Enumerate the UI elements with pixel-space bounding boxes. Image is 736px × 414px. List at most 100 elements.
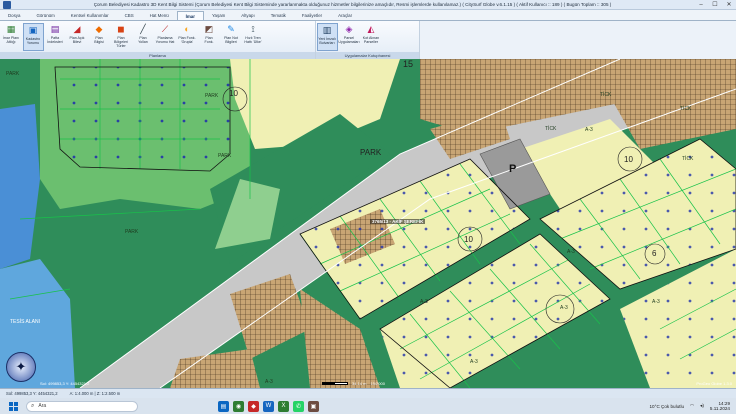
ribbon-button-label: Plan Bilgisi <box>94 36 104 44</box>
ribbon-button-1-2[interactable]: ◭ Kot Alınan Parseller <box>361 23 382 51</box>
browser-icon[interactable]: ◉ <box>233 400 244 412</box>
park-label: PARK <box>360 148 382 157</box>
wifi-icon[interactable]: ◠ <box>690 403 694 409</box>
area-label: TESİS ALANI <box>10 319 41 325</box>
plan-open-icon: ◢ <box>73 24 81 34</box>
block-number: 6 <box>652 249 657 258</box>
ribbon-button-0-0[interactable]: ▦ İmar Planı Altlığı <box>1 23 22 51</box>
scale-ratio: 15/2000 <box>370 380 385 386</box>
ribbon-button-label: Kadastro Yorumu <box>25 37 41 45</box>
search-icon: ⌕ <box>31 402 35 409</box>
zone-label: A-3 <box>652 299 660 305</box>
ribbon-button-label: Plan Bölgeleri Türler <box>114 36 128 48</box>
map-view[interactable]: PARK PARK PARK PARK PARK P 15 10 10 10 6… <box>0 59 736 388</box>
minimize-button[interactable]: – <box>694 0 708 10</box>
zone-label: A-3 <box>470 359 478 365</box>
plan-zones-icon: ◼ <box>117 24 125 34</box>
scale-value: 34.14 m <box>352 380 367 386</box>
ribbon-button-0-5[interactable]: ◼ Plan Bölgeleri Türler <box>111 23 132 51</box>
ribbon-button-label: İmar Planı Altlığı <box>2 36 20 44</box>
ribbon-button-1-0[interactable]: ▥ Yeni İmzalı Bulvarları <box>316 23 338 51</box>
ribbon-button-0-11[interactable]: ⟟ Hızlı Tren Hattı 'Ülke' <box>243 23 264 51</box>
zone-label: A-3 <box>420 299 428 305</box>
tab-10[interactable]: Araçlar <box>330 11 360 20</box>
ribbon-button-0-8[interactable]: ◐ Plan Fonk. 'Grupla' <box>177 23 198 51</box>
whatsapp-icon[interactable]: ✆ <box>293 400 304 412</box>
system-tray: 10°C Çok bulutlu ◠ ◂) 14:29 5.11.2024 <box>650 401 736 411</box>
weather-text[interactable]: 10°C Çok bulutlu <box>650 404 685 409</box>
ribbon-group-label: Uygulamalar Kutuphanesi <box>316 52 419 59</box>
ribbon-group-planning: ▦ İmar Planı Altlığı ▣ Kadastro Yorumu ▤ Paft… <box>0 21 316 59</box>
taskbar: ⌕ Ara ▤ ◉ ◆ W X ✆ ▣ 10°C Çok bulutlu ◠ ◂… <box>0 398 736 414</box>
ribbon-button-0-10[interactable]: ✎ Plan Not Bilgileri <box>221 23 242 51</box>
ribbon-button-0-7[interactable]: ⟋ Planlama Yorumu Hat <box>155 23 176 51</box>
clock[interactable]: 14:29 5.11.2024 <box>710 401 730 411</box>
ribbon-button-0-3[interactable]: ◢ Plan Açık Bilevi <box>67 23 88 51</box>
ribbon-button-label: Yeni İmzalı Bulvarları <box>318 37 336 45</box>
ribbon-button-label: Plan Açık Bilevi <box>69 36 85 44</box>
ribbon-button-0-4[interactable]: ◆ Plan Bilgisi <box>89 23 110 51</box>
start-button[interactable] <box>6 399 20 413</box>
tab-4[interactable]: Hat Menü <box>142 11 177 20</box>
block-number: 10 <box>229 89 238 98</box>
taskbar-search[interactable]: ⌕ Ara <box>26 400 138 412</box>
park-label: PARK <box>205 93 219 99</box>
tab-7[interactable]: Altyapı <box>233 11 262 20</box>
search-placeholder: Ara <box>38 403 47 409</box>
excel-icon[interactable]: X <box>278 400 289 412</box>
tab-3[interactable]: CBS <box>117 11 142 20</box>
zone-label: A-3 <box>265 379 273 385</box>
parking-label: P <box>509 163 517 175</box>
ribbon-button-label: Plan Fonk. <box>204 36 214 44</box>
zone-label: A-3 <box>560 305 568 311</box>
parcel-app-icon: ◈ <box>345 24 353 34</box>
tab-9[interactable]: Faaliyetler <box>294 11 330 20</box>
zone-label: A-3 <box>585 127 593 133</box>
map-canvas[interactable] <box>0 59 736 388</box>
building-icon: ▥ <box>322 25 332 35</box>
ribbon-button-0-6[interactable]: ╱ Plan Yolları <box>133 23 154 51</box>
block-number: 15 <box>403 59 414 69</box>
volume-icon[interactable]: ◂) <box>700 403 704 409</box>
tab-8[interactable]: Tematik <box>263 11 294 20</box>
park-label: PARK <box>218 153 232 159</box>
file-explorer-icon[interactable]: ▤ <box>218 400 229 412</box>
status-scale: A: 1:4.000 m | Z: 1:2.500 m <box>69 391 121 396</box>
maximize-button[interactable]: ☐ <box>708 0 722 10</box>
taskbar-apps: ▤ ◉ ◆ W X ✆ ▣ <box>218 400 319 412</box>
compass-icon[interactable]: ✦ <box>6 352 36 382</box>
ribbon-button-label: Planlama Yorumu Hat <box>155 36 175 44</box>
tab-2[interactable]: Kentsel Kullanımlar <box>63 11 117 20</box>
word-icon[interactable]: W <box>263 400 274 412</box>
parcel-tag[interactable]: 3765/13 - AKİF ŞEREFİK <box>370 219 426 224</box>
elevation-icon: ◭ <box>367 24 375 34</box>
cadastre-icon: ▣ <box>28 25 38 35</box>
menu-tabs: Dosya Görünüm Kentsel Kullanımlar CBS Hat Me… <box>0 10 736 21</box>
block-number: 10 <box>624 155 633 164</box>
plan-roads-icon: ╱ <box>140 24 146 34</box>
ribbon-group-label: Planlama <box>0 52 315 59</box>
tab-6[interactable]: Yaşam <box>204 11 233 20</box>
ribbon-button-label: Plan Fonk. 'Grupla' <box>178 36 196 44</box>
tab-0[interactable]: Dosya <box>0 11 28 20</box>
tab-5[interactable]: İmar <box>176 11 204 20</box>
ribbon-button-0-2[interactable]: ▤ Pafta İndeksleri <box>45 23 66 51</box>
zone-label: TİCK <box>600 92 612 98</box>
ribbon-button-0-9[interactable]: ◩ Plan Fonk. <box>199 23 220 51</box>
ribbon: ▦ İmar Planı Altlığı ▣ Kadastro Yorumu ▤ Paft… <box>0 21 736 59</box>
ribbon-empty-area <box>420 21 736 59</box>
ribbon-button-1-1[interactable]: ◈ Parsel Uygulamaları <box>338 23 359 51</box>
ribbon-button-0-1[interactable]: ▣ Kadastro Yorumu <box>22 23 44 51</box>
ribbon-group-applications: ▥ Yeni İmzalı Bulvarları ◈ Parsel Uygulamal… <box>316 21 420 59</box>
close-button[interactable]: ✕ <box>722 0 736 10</box>
app-icon <box>3 0 11 9</box>
map-layer-icon: ▦ <box>6 24 16 34</box>
app-icon[interactable]: ▣ <box>308 400 319 412</box>
tab-1[interactable]: Görünüm <box>28 11 62 20</box>
park-label: PARK <box>125 229 139 235</box>
attribution: ProGeo Globe 1.3.0 <box>696 381 732 386</box>
zone-label: A-3 <box>567 249 575 255</box>
rail-icon: ⟟ <box>251 24 255 34</box>
status-bar: Sol: 499853,3 Y: 4454321,2 A: 1:4.000 m … <box>0 388 736 398</box>
app-icon[interactable]: ◆ <box>248 400 259 412</box>
